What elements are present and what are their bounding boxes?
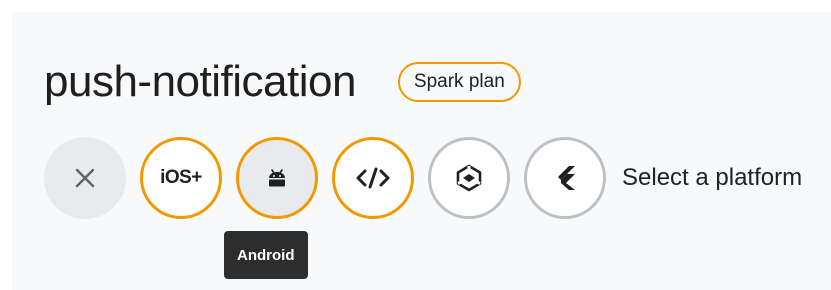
unity-icon bbox=[455, 164, 483, 192]
android-tooltip: Android bbox=[224, 231, 308, 279]
android-icon bbox=[266, 169, 288, 187]
project-header: push-notification Spark plan bbox=[44, 54, 521, 110]
ios-icon: iOS+ bbox=[160, 167, 202, 188]
platform-selector: iOS+ Select a platform bbox=[44, 135, 802, 221]
page: push-notification Spark plan iOS+ Select… bbox=[0, 0, 831, 290]
platform-web-button[interactable] bbox=[332, 137, 414, 219]
platform-flutter-button[interactable] bbox=[524, 137, 606, 219]
project-title: push-notification bbox=[44, 57, 356, 106]
platform-ios-button[interactable]: iOS+ bbox=[140, 137, 222, 219]
platform-unity-button[interactable] bbox=[428, 137, 510, 219]
close-icon bbox=[74, 167, 96, 189]
select-platform-label: Select a platform bbox=[622, 164, 803, 191]
platform-android-button[interactable] bbox=[236, 137, 318, 219]
code-icon bbox=[356, 167, 390, 189]
flutter-icon bbox=[553, 164, 577, 192]
plan-badge[interactable]: Spark plan bbox=[397, 62, 521, 102]
close-button[interactable] bbox=[44, 137, 126, 219]
